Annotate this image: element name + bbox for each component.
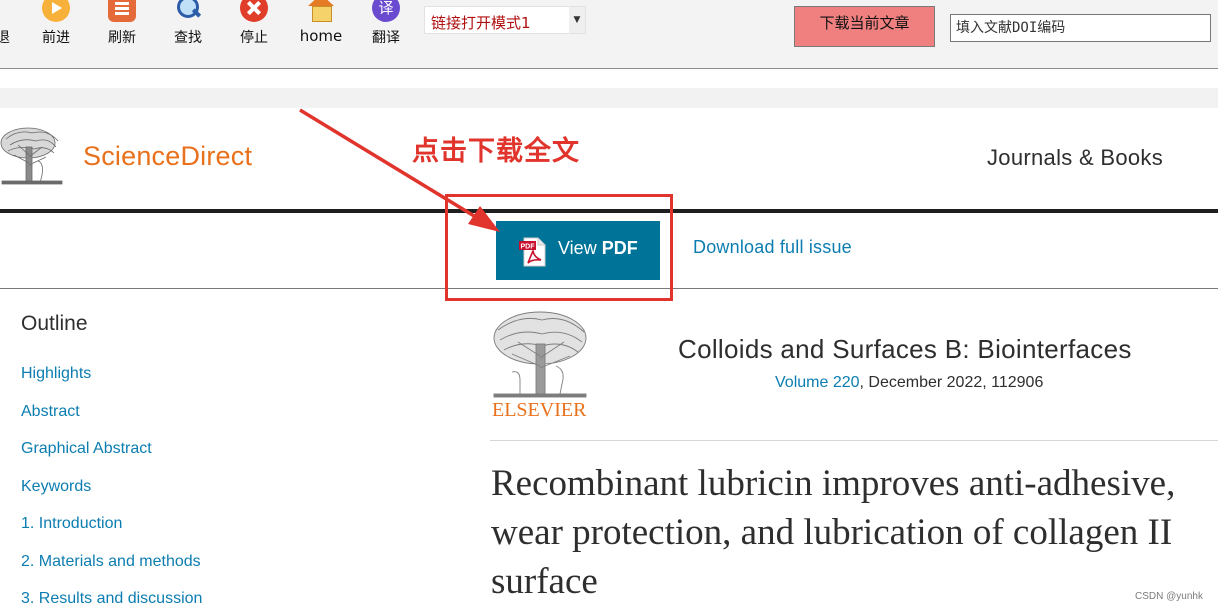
- find-label: 查找: [174, 30, 202, 46]
- dropdown-arrow-icon[interactable]: ▼: [569, 7, 585, 33]
- elsevier-wordmark: ELSEVIER: [492, 399, 587, 421]
- translate-label: 翻译: [372, 30, 400, 46]
- doi-input[interactable]: [950, 14, 1211, 42]
- elsevier-tree-logo-icon[interactable]: [0, 127, 66, 189]
- article-divider: [490, 440, 1218, 441]
- outline-item-materials-methods[interactable]: 2. Materials and methods: [21, 553, 201, 571]
- outline-item-results-discussion[interactable]: 3. Results and discussion: [21, 590, 202, 608]
- article-title: Recombinant lubricin improves anti-adhes…: [491, 459, 1218, 606]
- annotation-text: 点击下载全文: [412, 136, 580, 167]
- stop-icon: [240, 0, 268, 22]
- back-button-label-partial[interactable]: 退: [0, 27, 10, 47]
- link-mode-value: 链接打开模式1: [431, 14, 531, 32]
- outline-item-graphical-abstract[interactable]: Graphical Abstract: [21, 440, 152, 458]
- refresh-icon: [108, 0, 136, 22]
- outline-heading: Outline: [21, 312, 88, 335]
- home-label: home: [299, 27, 343, 45]
- article-title-line-2: wear protection, and lubrication of coll…: [491, 512, 1173, 553]
- stop-button[interactable]: 停止: [229, 0, 279, 47]
- browser-toolbar: 退 前进 刷新 查找 停止 home 译 翻译 链接打开模式1 ▼ 下载当前文章: [0, 0, 1218, 69]
- outline-item-introduction[interactable]: 1. Introduction: [21, 515, 122, 533]
- find-button[interactable]: 查找: [163, 0, 213, 47]
- journals-books-link[interactable]: Journals & Books: [987, 145, 1163, 171]
- download-current-article-button[interactable]: 下载当前文章: [794, 6, 935, 47]
- magnifier-icon: [174, 0, 202, 22]
- home-icon: [307, 0, 335, 22]
- outline-item-abstract[interactable]: Abstract: [21, 403, 80, 421]
- article-title-line-1: Recombinant lubricin improves anti-adhes…: [491, 463, 1176, 504]
- sciencedirect-brand-link[interactable]: ScienceDirect: [83, 141, 252, 172]
- issue-details: , December 2022, 112906: [859, 374, 1044, 391]
- refresh-button[interactable]: 刷新: [97, 0, 147, 47]
- stop-label: 停止: [240, 30, 268, 46]
- outline-item-highlights[interactable]: Highlights: [21, 365, 91, 383]
- annotation-highlight-box: [445, 194, 673, 301]
- header-top-strip: [0, 88, 1218, 108]
- elsevier-publisher-logo[interactable]: ELSEVIER: [490, 310, 590, 422]
- download-full-issue-link[interactable]: Download full issue: [693, 237, 852, 258]
- journal-title-link[interactable]: Colloids and Surfaces B: Biointerfaces: [678, 334, 1132, 365]
- link-mode-select[interactable]: 链接打开模式1 ▼: [424, 6, 586, 34]
- translate-icon: 译: [372, 0, 400, 22]
- refresh-label: 刷新: [108, 30, 136, 46]
- forward-button[interactable]: 前进: [31, 0, 81, 47]
- translate-button[interactable]: 译 翻译: [361, 0, 411, 47]
- forward-arrow-icon: [42, 0, 70, 22]
- outline-item-keywords[interactable]: Keywords: [21, 478, 91, 496]
- volume-link[interactable]: Volume 220: [775, 374, 860, 391]
- journal-volume-info: Volume 220, December 2022, 112906: [775, 374, 1043, 392]
- csdn-watermark: CSDN @yunhk: [1135, 591, 1203, 602]
- home-button[interactable]: home: [296, 0, 346, 45]
- forward-label: 前进: [42, 30, 70, 46]
- article-title-line-3: surface: [491, 561, 598, 602]
